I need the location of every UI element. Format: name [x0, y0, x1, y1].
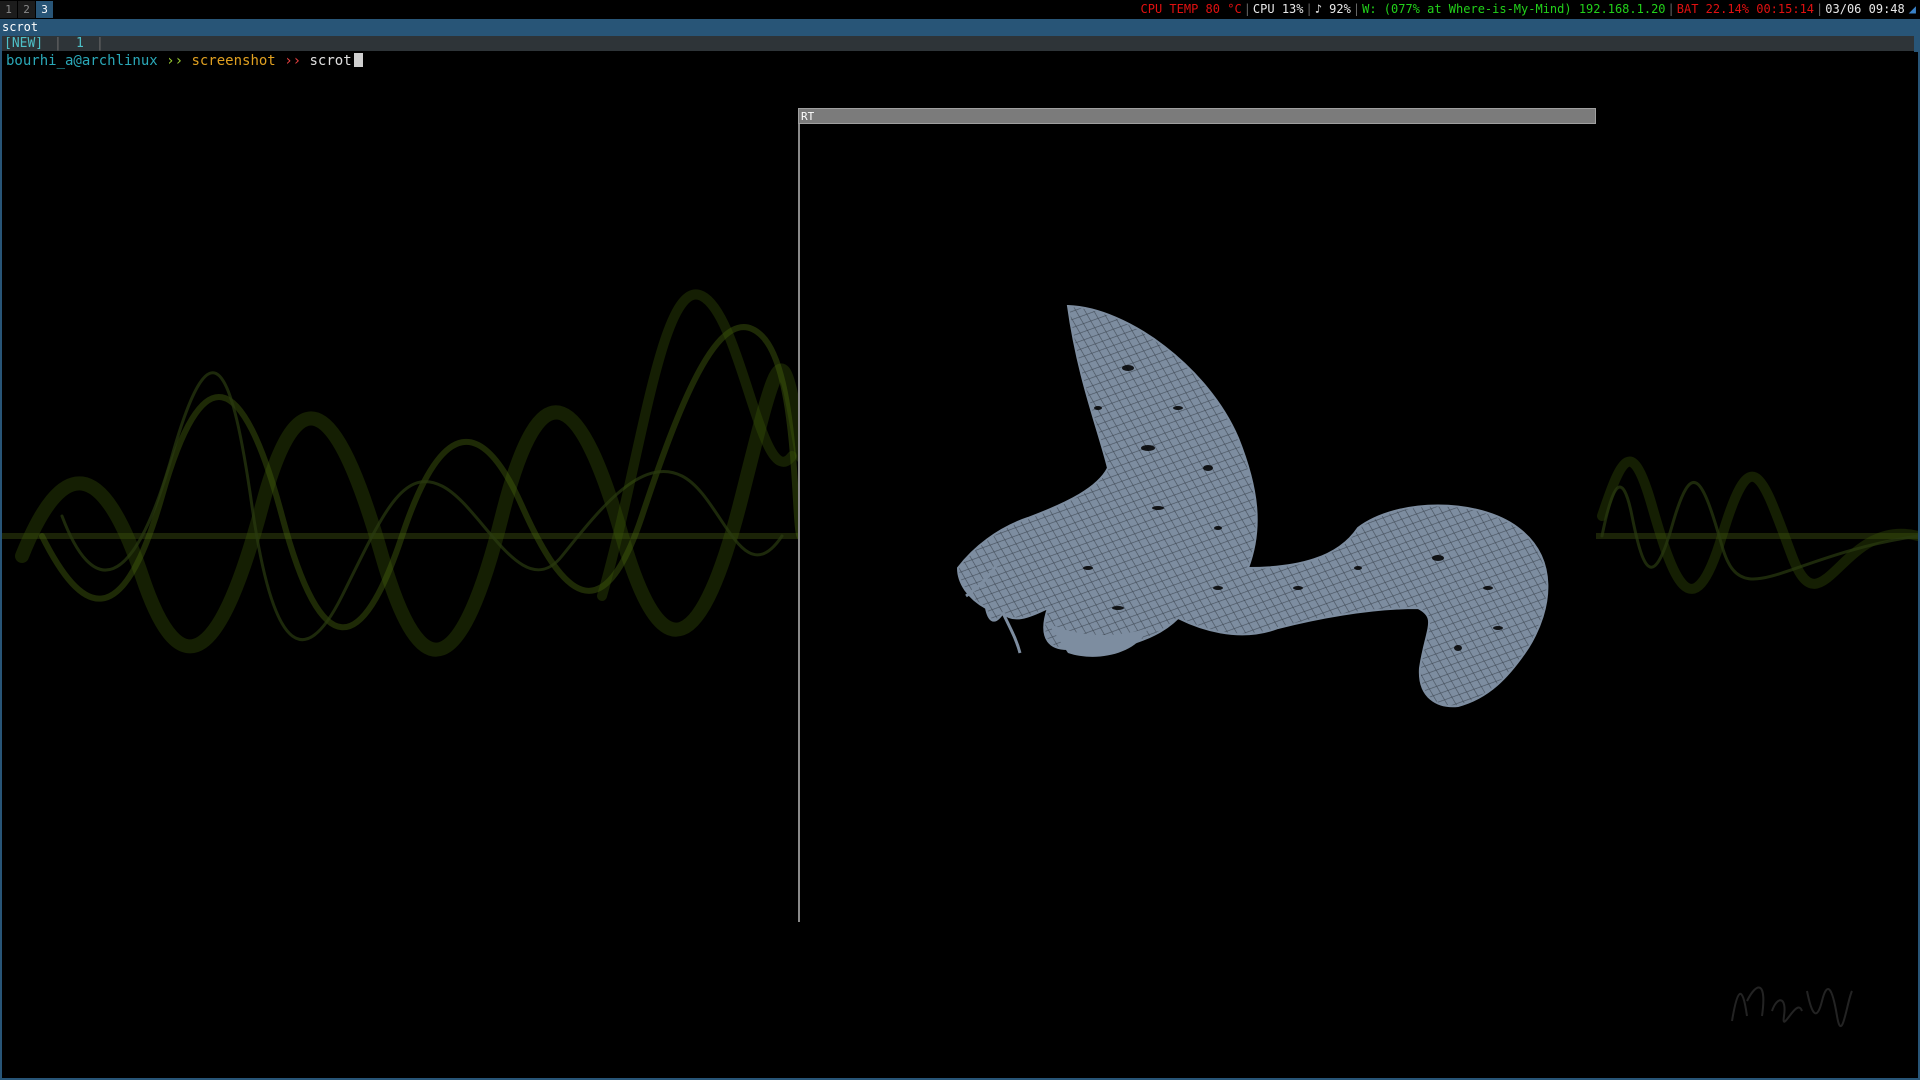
top-bar: 1 2 3 CPU TEMP 80 °C | CPU 13% | ♪ 92% |…: [0, 0, 1920, 19]
prompt-user-host: bourhi_a@archlinux: [6, 53, 158, 69]
status-separator: |: [1816, 2, 1824, 16]
signature-watermark: [1731, 986, 1853, 1027]
status-separator: |: [1305, 2, 1313, 16]
prompt-arrow: ››: [166, 53, 184, 69]
mesh-model-body: [956, 304, 1549, 708]
workspace-1-button[interactable]: 1: [0, 1, 17, 18]
volume-status: ♪ 92%: [1314, 2, 1351, 16]
workspace-3-button[interactable]: 3: [36, 1, 53, 18]
prompt-directory: screenshot: [191, 53, 276, 69]
rendered-3d-model: [956, 304, 1549, 708]
datetime-status: 03/06 09:48: [1825, 2, 1905, 16]
status-separator: |: [1352, 2, 1361, 16]
prompt-command: scrot: [309, 53, 352, 69]
status-separator: |: [1243, 2, 1251, 16]
wifi-status: W: (077% at Where-is-My-Mind) 192.168.1.…: [1362, 2, 1666, 16]
status-separator: |: [1667, 2, 1675, 16]
tray-arrow-icon[interactable]: ◢: [1905, 0, 1916, 19]
status-line: CPU TEMP 80 °C | CPU 13% | ♪ 92% | W: (0…: [1141, 0, 1916, 19]
prompt-arrow: ››: [284, 53, 302, 69]
terminal-cursor: [353, 53, 363, 67]
rt-render-window[interactable]: RT: [798, 108, 1596, 922]
shell-prompt-line[interactable]: bourhi_a@archlinux ›› screenshot ›› scro…: [6, 52, 363, 70]
cpu-usage-status: CPU 13%: [1252, 2, 1304, 16]
window-title-bar[interactable]: scrot: [0, 19, 1920, 36]
workspace-2-button[interactable]: 2: [18, 1, 35, 18]
cpu-temp-status: CPU TEMP 80 °C: [1140, 2, 1242, 16]
workspace-switcher: 1 2 3: [0, 0, 54, 19]
battery-status: BAT 22.14% 00:15:14: [1676, 2, 1815, 16]
